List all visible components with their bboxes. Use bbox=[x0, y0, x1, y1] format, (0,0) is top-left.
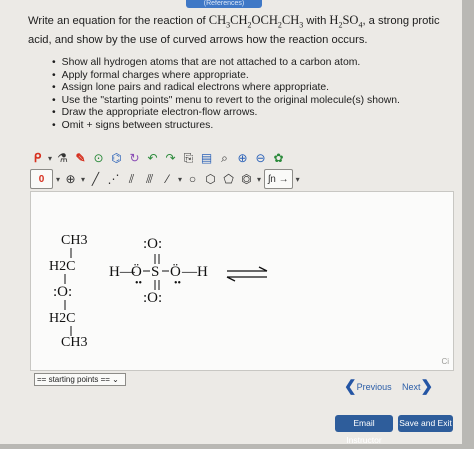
atom-map-icon[interactable]: ⊙ bbox=[91, 149, 106, 167]
reactant-ether-formula: CH3CH2OCH2CH3 bbox=[208, 13, 304, 30]
chevron-down-icon[interactable]: ▾ bbox=[81, 175, 85, 184]
chevron-right-icon: ❯ bbox=[420, 378, 434, 395]
double-bond-icon[interactable]: ⫽ bbox=[124, 170, 139, 188]
zoom-in-icon[interactable]: ⊕ bbox=[235, 149, 250, 167]
acid-h-right[interactable]: —H bbox=[181, 264, 208, 280]
instruction-item: Draw the appropriate electron-flow arrow… bbox=[52, 107, 400, 120]
next-button[interactable]: Next ❯ bbox=[402, 378, 434, 395]
lone-pair-dots: •• bbox=[174, 278, 181, 289]
charge-zero-button[interactable]: 0 bbox=[30, 169, 53, 189]
arrow-tool-icon[interactable]: ↻ bbox=[127, 149, 142, 167]
equilibrium-arrow[interactable] bbox=[226, 266, 268, 282]
starting-points-label: == starting points == bbox=[37, 375, 110, 384]
question-part2: with bbox=[303, 15, 330, 27]
save-and-exit-button[interactable]: Save and Exit bbox=[398, 415, 453, 432]
previous-button[interactable]: ❮ Previous bbox=[344, 378, 392, 395]
corner-label: Ci bbox=[441, 357, 449, 366]
question-panel: (References) Write an equation for the r… bbox=[0, 0, 462, 445]
next-label: Next bbox=[402, 382, 421, 392]
chevron-down-icon: ⌄ bbox=[112, 375, 119, 384]
instruction-item: Assign lone pairs and radical electrons … bbox=[52, 82, 400, 95]
acid-oxygen-top[interactable]: :O: bbox=[143, 236, 162, 252]
cyclohexane-icon[interactable]: ⬡ bbox=[203, 170, 218, 188]
reactant-acid-formula: H2SO4 bbox=[329, 13, 363, 30]
instruction-item: Omit + signs between structures. bbox=[52, 120, 400, 133]
paste-icon[interactable]: ▤ bbox=[199, 149, 214, 167]
wedge-bond-icon[interactable]: ⋰ bbox=[106, 170, 121, 188]
acid-sulfur[interactable]: S bbox=[151, 264, 159, 280]
email-instructor-button[interactable]: Email Instructor bbox=[335, 415, 393, 445]
zoom-out-icon[interactable]: ⊖ bbox=[253, 149, 268, 167]
ether-ch3-bottom[interactable]: CH3 bbox=[61, 335, 87, 350]
ether-oxygen[interactable]: :O: bbox=[53, 284, 72, 300]
chevron-down-icon[interactable]: ▾ bbox=[296, 175, 300, 184]
acid-oxygen-bottom[interactable]: :O: bbox=[143, 290, 162, 306]
toolbar-row-1: ᑭ ▾ ⚗ ✎ ⊙ ⌬ ↻ ↶ ↷ ⎘ ▤ ⌕ ⊕ ⊖ ✿ bbox=[30, 148, 286, 168]
references-tab[interactable]: (References) bbox=[186, 0, 262, 8]
bond-type-icon[interactable]: ⁄ bbox=[160, 170, 175, 188]
copy-icon[interactable]: ⎘ bbox=[181, 149, 196, 167]
previous-label: Previous bbox=[356, 382, 392, 392]
ether-ch2-upper[interactable]: H2C bbox=[49, 259, 75, 274]
drawing-toolbar: ᑭ ▾ ⚗ ✎ ⊙ ⌬ ↻ ↶ ↷ ⎘ ▤ ⌕ ⊕ ⊖ ✿ 0 ▾ ⊕ ▾ ╱ … bbox=[30, 146, 450, 190]
chevron-down-icon[interactable]: ▾ bbox=[257, 175, 261, 184]
ether-ch2-lower[interactable]: H2C bbox=[49, 311, 75, 326]
undo-icon[interactable]: ↶ bbox=[145, 149, 160, 167]
eraser-icon[interactable]: ✎ bbox=[73, 149, 88, 167]
zoom-fit-icon[interactable]: ⌕ bbox=[217, 149, 232, 167]
flask-icon[interactable]: ⚗ bbox=[55, 149, 70, 167]
starting-points-select[interactable]: == starting points == ⌄ bbox=[34, 373, 126, 386]
chevron-down-icon[interactable]: ▾ bbox=[56, 175, 60, 184]
instruction-item: Use the "starting points" menu to revert… bbox=[52, 95, 400, 108]
single-bond-icon[interactable]: ╱ bbox=[88, 170, 103, 188]
triple-bond-icon[interactable]: ⫻ bbox=[142, 170, 157, 188]
instruction-list: Show all hydrogen atoms that are not att… bbox=[52, 57, 400, 133]
chevron-left-icon: ❮ bbox=[344, 378, 357, 395]
lone-pair-dots: •• bbox=[135, 278, 142, 289]
question-text: Write an equation for the reaction of CH… bbox=[28, 13, 453, 47]
reaction-drawing: CH3 H2C :O: H2C CH3 :O: H— Ö S Ö —H •• •… bbox=[49, 233, 268, 350]
lasso-icon[interactable]: ᑭ bbox=[30, 149, 45, 167]
cyclopropane-icon[interactable]: ○ bbox=[185, 170, 200, 188]
redo-icon[interactable]: ↷ bbox=[163, 149, 178, 167]
drawing-canvas[interactable]: CH3 H2C :O: H2C CH3 :O: H— Ö S Ö —H •• •… bbox=[30, 191, 454, 371]
clean-icon[interactable]: ✿ bbox=[271, 149, 286, 167]
chevron-down-icon[interactable]: ▾ bbox=[178, 175, 182, 184]
function-label: ʃn bbox=[268, 173, 276, 185]
ether-ch3-top[interactable]: CH3 bbox=[61, 233, 87, 248]
cyclopentane-icon[interactable]: ⬠ bbox=[221, 170, 236, 188]
chevron-down-icon[interactable]: ▾ bbox=[48, 154, 52, 163]
benzene-icon[interactable]: ⏣ bbox=[239, 170, 254, 188]
toolbar-row-2: 0 ▾ ⊕ ▾ ╱ ⋰ ⫽ ⫻ ⁄ ▾ ○ ⬡ ⬠ ⏣ ▾ ʃn → ▾ bbox=[30, 169, 300, 189]
ring-template-icon[interactable]: ⌬ bbox=[109, 149, 124, 167]
instruction-item: Show all hydrogen atoms that are not att… bbox=[52, 57, 400, 70]
charge-plus-button[interactable]: ⊕ bbox=[63, 170, 78, 188]
arrow-label: → bbox=[278, 173, 289, 185]
instruction-item: Apply formal charges where appropriate. bbox=[52, 70, 400, 83]
function-group-button[interactable]: ʃn → bbox=[264, 169, 293, 189]
question-part1: Write an equation for the reaction of bbox=[28, 15, 209, 27]
